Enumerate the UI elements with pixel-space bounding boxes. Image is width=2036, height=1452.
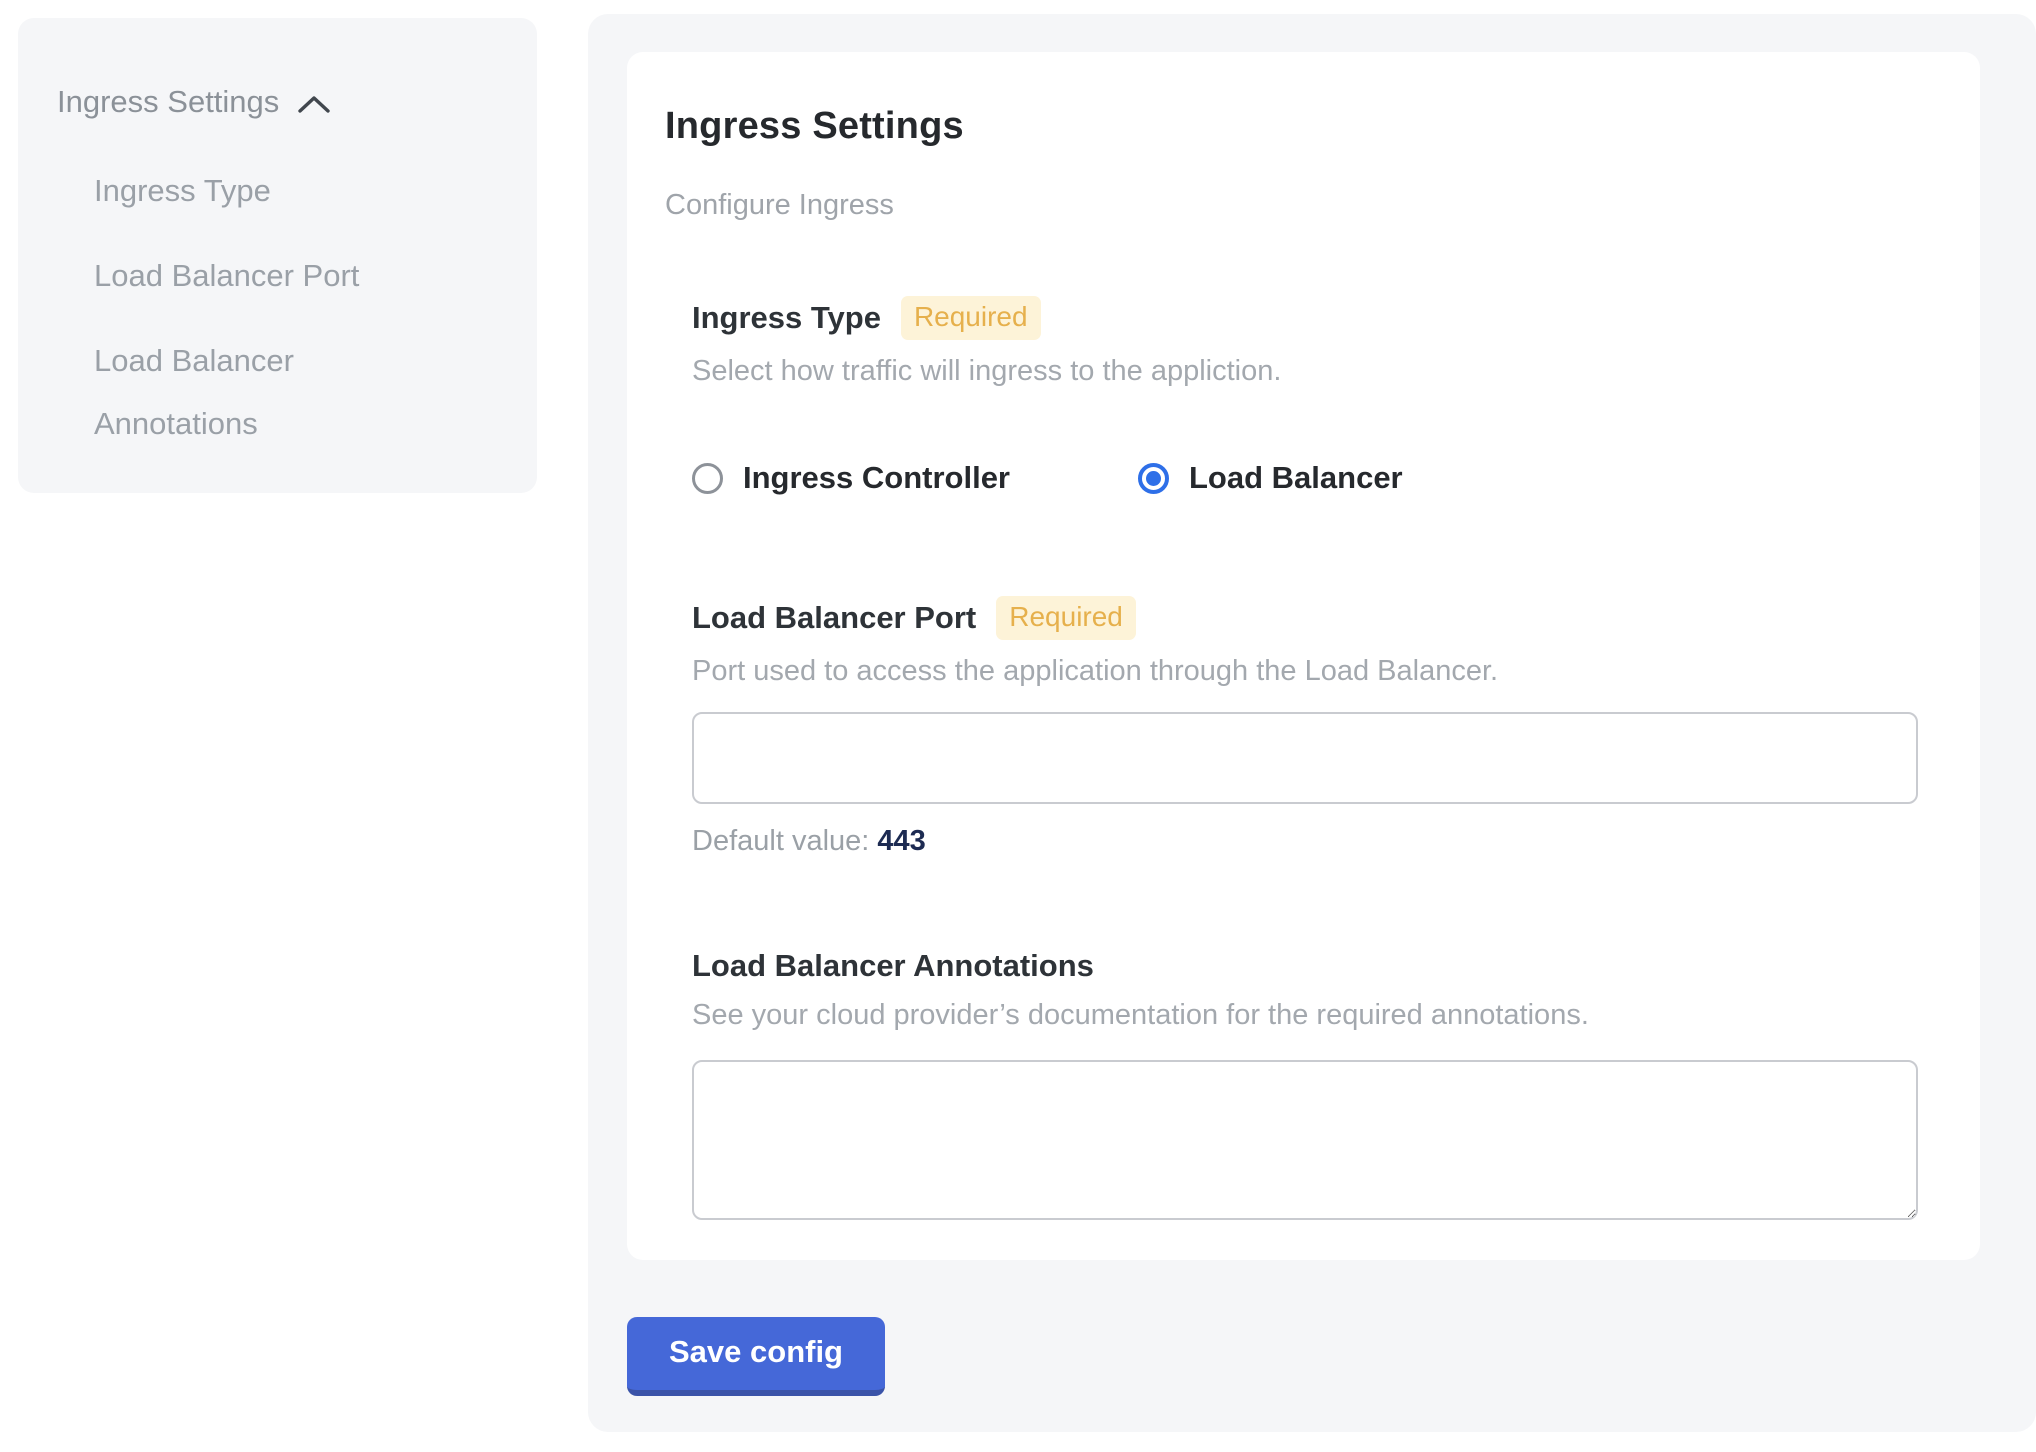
sidebar-item-ingress-type[interactable]: Ingress Type xyxy=(94,159,271,222)
load-balancer-port-heading: Load Balancer Port xyxy=(692,600,976,636)
load-balancer-port-description: Port used to access the application thro… xyxy=(692,654,1980,688)
page-title: Ingress Settings xyxy=(665,106,1980,146)
radio-load-balancer[interactable]: Load Balancer xyxy=(1138,460,1403,496)
radio-label: Ingress Controller xyxy=(743,460,1010,496)
radio-ingress-controller[interactable]: Ingress Controller xyxy=(692,460,1010,496)
radio-circle-icon xyxy=(692,463,723,494)
required-badge: Required xyxy=(901,296,1041,340)
load-balancer-annotations-heading: Load Balancer Annotations xyxy=(692,948,1094,984)
main-panel: Ingress Settings Configure Ingress Ingre… xyxy=(588,14,2036,1432)
sidebar-item-load-balancer-port[interactable]: Load Balancer Port xyxy=(94,244,359,307)
settings-sidebar: Ingress Settings Ingress Type Load Balan… xyxy=(18,18,537,493)
default-value-label: Default value: xyxy=(692,825,869,857)
sidebar-group-ingress-settings[interactable]: Ingress Settings xyxy=(57,84,331,120)
section-load-balancer-annotations: Load Balancer Annotations See your cloud… xyxy=(692,948,1980,1220)
ingress-type-radio-group: Ingress Controller Load Balancer xyxy=(692,460,1980,496)
radio-label: Load Balancer xyxy=(1189,460,1403,496)
default-value-number: 443 xyxy=(877,825,925,857)
ingress-type-heading: Ingress Type xyxy=(692,300,881,336)
sidebar-group-label: Ingress Settings xyxy=(57,84,279,120)
section-load-balancer-port: Load Balancer Port Required Port used to… xyxy=(692,596,1980,858)
required-badge: Required xyxy=(996,596,1136,640)
sidebar-item-load-balancer-annotations[interactable]: Load Balancer Annotations xyxy=(94,329,354,455)
chevron-up-icon xyxy=(297,93,331,115)
load-balancer-port-input[interactable] xyxy=(692,712,1918,804)
load-balancer-annotations-description: See your cloud provider’s documentation … xyxy=(692,998,1980,1032)
ingress-type-description: Select how traffic will ingress to the a… xyxy=(692,354,1980,388)
ingress-settings-card: Ingress Settings Configure Ingress Ingre… xyxy=(627,52,1980,1260)
section-ingress-type: Ingress Type Required Select how traffic… xyxy=(692,296,1980,496)
radio-circle-icon xyxy=(1138,463,1169,494)
default-value-helper: Default value: 443 xyxy=(692,824,1980,858)
save-config-button[interactable]: Save config xyxy=(627,1317,885,1396)
page-subtitle: Configure Ingress xyxy=(665,188,1980,222)
load-balancer-annotations-textarea[interactable] xyxy=(692,1060,1918,1220)
